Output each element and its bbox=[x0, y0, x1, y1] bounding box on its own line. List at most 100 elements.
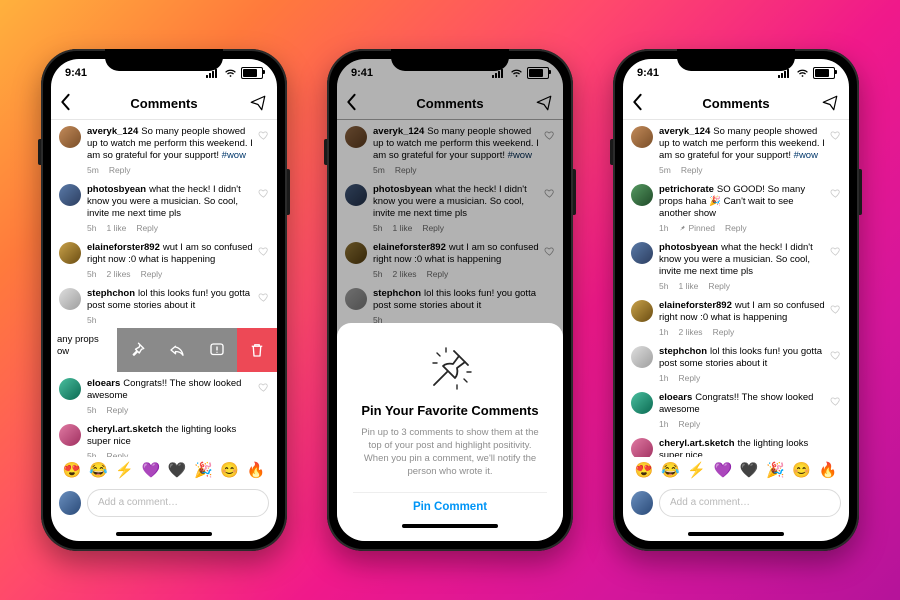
comment-row[interactable]: stephchonlol this looks fun! you gotta p… bbox=[623, 340, 849, 386]
reply-button[interactable]: Reply bbox=[725, 222, 747, 234]
username[interactable]: petrichorate bbox=[659, 184, 714, 195]
emoji-option[interactable]: ⚡ bbox=[115, 461, 134, 479]
my-avatar[interactable] bbox=[631, 491, 653, 515]
username[interactable]: cheryl.art.sketch bbox=[87, 424, 163, 435]
hashtag[interactable]: #wow bbox=[222, 150, 246, 161]
emoji-option[interactable]: 🖤 bbox=[168, 461, 187, 479]
reply-action[interactable] bbox=[157, 328, 197, 372]
avatar[interactable] bbox=[59, 424, 81, 446]
back-button[interactable] bbox=[59, 93, 79, 113]
nav-title: Comments bbox=[130, 96, 197, 111]
home-indicator[interactable] bbox=[353, 519, 547, 533]
avatar[interactable] bbox=[59, 184, 81, 206]
emoji-option[interactable]: 😍 bbox=[635, 461, 654, 479]
like-icon[interactable] bbox=[258, 292, 269, 303]
username[interactable]: eloears bbox=[659, 392, 692, 403]
share-icon[interactable] bbox=[821, 94, 839, 112]
comment-row[interactable]: stephchonlol this looks fun! you gotta p… bbox=[51, 282, 277, 328]
like-icon[interactable] bbox=[830, 188, 841, 199]
comment-row[interactable]: eloearsCongrats!! The show looked awesom… bbox=[51, 372, 277, 418]
emoji-option[interactable]: 😊 bbox=[792, 461, 811, 479]
reply-button[interactable]: Reply bbox=[681, 164, 703, 176]
username[interactable]: stephchon bbox=[659, 346, 707, 357]
like-icon[interactable] bbox=[830, 350, 841, 361]
back-button[interactable] bbox=[631, 93, 651, 113]
like-icon[interactable] bbox=[830, 396, 841, 407]
emoji-option[interactable]: 🎉 bbox=[766, 461, 785, 479]
avatar[interactable] bbox=[631, 184, 653, 206]
reply-button[interactable]: Reply bbox=[106, 404, 128, 416]
comment-row[interactable]: cheryl.art.sketchthe lighting looks supe… bbox=[623, 432, 849, 457]
emoji-option[interactable]: 😂 bbox=[89, 461, 108, 479]
like-icon[interactable] bbox=[830, 246, 841, 257]
emoji-option[interactable]: 😊 bbox=[220, 461, 239, 479]
like-icon[interactable] bbox=[830, 130, 841, 141]
username[interactable]: cheryl.art.sketch bbox=[659, 438, 735, 449]
pin-action[interactable] bbox=[117, 328, 157, 372]
avatar[interactable] bbox=[631, 242, 653, 264]
comment-row[interactable]: eloearsCongrats!! The show looked awesom… bbox=[623, 386, 849, 432]
emoji-option[interactable]: 🔥 bbox=[247, 461, 266, 479]
comment-row[interactable]: elaineforster892wut I am so confused rig… bbox=[623, 294, 849, 340]
emoji-option[interactable]: 💜 bbox=[142, 461, 161, 479]
comment-row-swiped[interactable]: any props ow bbox=[51, 328, 277, 372]
username[interactable]: elaineforster892 bbox=[659, 300, 732, 311]
pin-comment-button[interactable]: Pin Comment bbox=[353, 492, 547, 519]
emoji-option[interactable]: 🖤 bbox=[740, 461, 759, 479]
reply-button[interactable]: Reply bbox=[713, 326, 735, 338]
my-avatar[interactable] bbox=[59, 491, 81, 515]
share-icon[interactable] bbox=[249, 94, 267, 112]
username[interactable]: photosbyean bbox=[87, 184, 146, 195]
username[interactable]: averyk_124 bbox=[659, 126, 710, 137]
username[interactable]: averyk_124 bbox=[87, 126, 138, 137]
reply-button[interactable]: Reply bbox=[708, 280, 730, 292]
avatar[interactable] bbox=[631, 438, 653, 457]
username[interactable]: elaineforster892 bbox=[87, 242, 160, 253]
avatar[interactable] bbox=[59, 288, 81, 310]
username[interactable]: eloears bbox=[87, 378, 120, 389]
report-action[interactable] bbox=[197, 328, 237, 372]
hashtag[interactable]: #wow bbox=[794, 150, 818, 161]
like-icon[interactable] bbox=[258, 130, 269, 141]
avatar[interactable] bbox=[631, 126, 653, 148]
reply-button[interactable]: Reply bbox=[141, 268, 163, 280]
comment-row-pinned[interactable]: petrichorateSO GOOD! So many props haha … bbox=[623, 178, 849, 236]
username[interactable]: photosbyean bbox=[659, 242, 718, 253]
emoji-option[interactable]: 🎉 bbox=[194, 461, 213, 479]
avatar[interactable] bbox=[631, 300, 653, 322]
avatar[interactable] bbox=[631, 392, 653, 414]
avatar[interactable] bbox=[59, 126, 81, 148]
comment-input[interactable]: Add a comment… bbox=[659, 489, 841, 517]
comments-feed[interactable]: averyk_124So many people showed up to wa… bbox=[623, 120, 849, 457]
reply-button[interactable]: Reply bbox=[678, 372, 700, 384]
reply-button[interactable]: Reply bbox=[109, 164, 131, 176]
reply-button[interactable]: Reply bbox=[678, 418, 700, 430]
phone-frame-2: 9:41 Comments averyk_124So many people s… bbox=[327, 49, 573, 551]
comment-row[interactable]: averyk_124So many people showed up to wa… bbox=[51, 120, 277, 178]
like-icon[interactable] bbox=[258, 246, 269, 257]
emoji-option[interactable]: ⚡ bbox=[687, 461, 706, 479]
comment-input[interactable]: Add a comment… bbox=[87, 489, 269, 517]
delete-action[interactable] bbox=[237, 328, 277, 372]
comment-row[interactable]: photosbyeanwhat the heck! I didn't know … bbox=[51, 178, 277, 236]
comment-row[interactable]: elaineforster892wut I am so confused rig… bbox=[51, 236, 277, 282]
comment-row[interactable]: averyk_124So many people showed up to wa… bbox=[623, 120, 849, 178]
emoji-option[interactable]: 😂 bbox=[661, 461, 680, 479]
like-icon[interactable] bbox=[830, 304, 841, 315]
comments-feed[interactable]: averyk_124So many people showed up to wa… bbox=[51, 120, 277, 457]
avatar[interactable] bbox=[631, 346, 653, 368]
home-indicator[interactable] bbox=[623, 527, 849, 541]
home-indicator[interactable] bbox=[51, 527, 277, 541]
comment-row[interactable]: cheryl.art.sketchthe lighting looks supe… bbox=[51, 418, 277, 457]
like-icon[interactable] bbox=[258, 188, 269, 199]
like-icon[interactable] bbox=[258, 382, 269, 393]
reply-button[interactable]: Reply bbox=[136, 222, 158, 234]
avatar[interactable] bbox=[59, 242, 81, 264]
emoji-option[interactable]: 💜 bbox=[714, 461, 733, 479]
emoji-option[interactable]: 😍 bbox=[63, 461, 82, 479]
emoji-option[interactable]: 🔥 bbox=[819, 461, 838, 479]
comment-row[interactable]: photosbyeanwhat the heck! I didn't know … bbox=[623, 236, 849, 294]
username[interactable]: stephchon bbox=[87, 288, 135, 299]
reply-button[interactable]: Reply bbox=[106, 450, 128, 457]
avatar[interactable] bbox=[59, 378, 81, 400]
